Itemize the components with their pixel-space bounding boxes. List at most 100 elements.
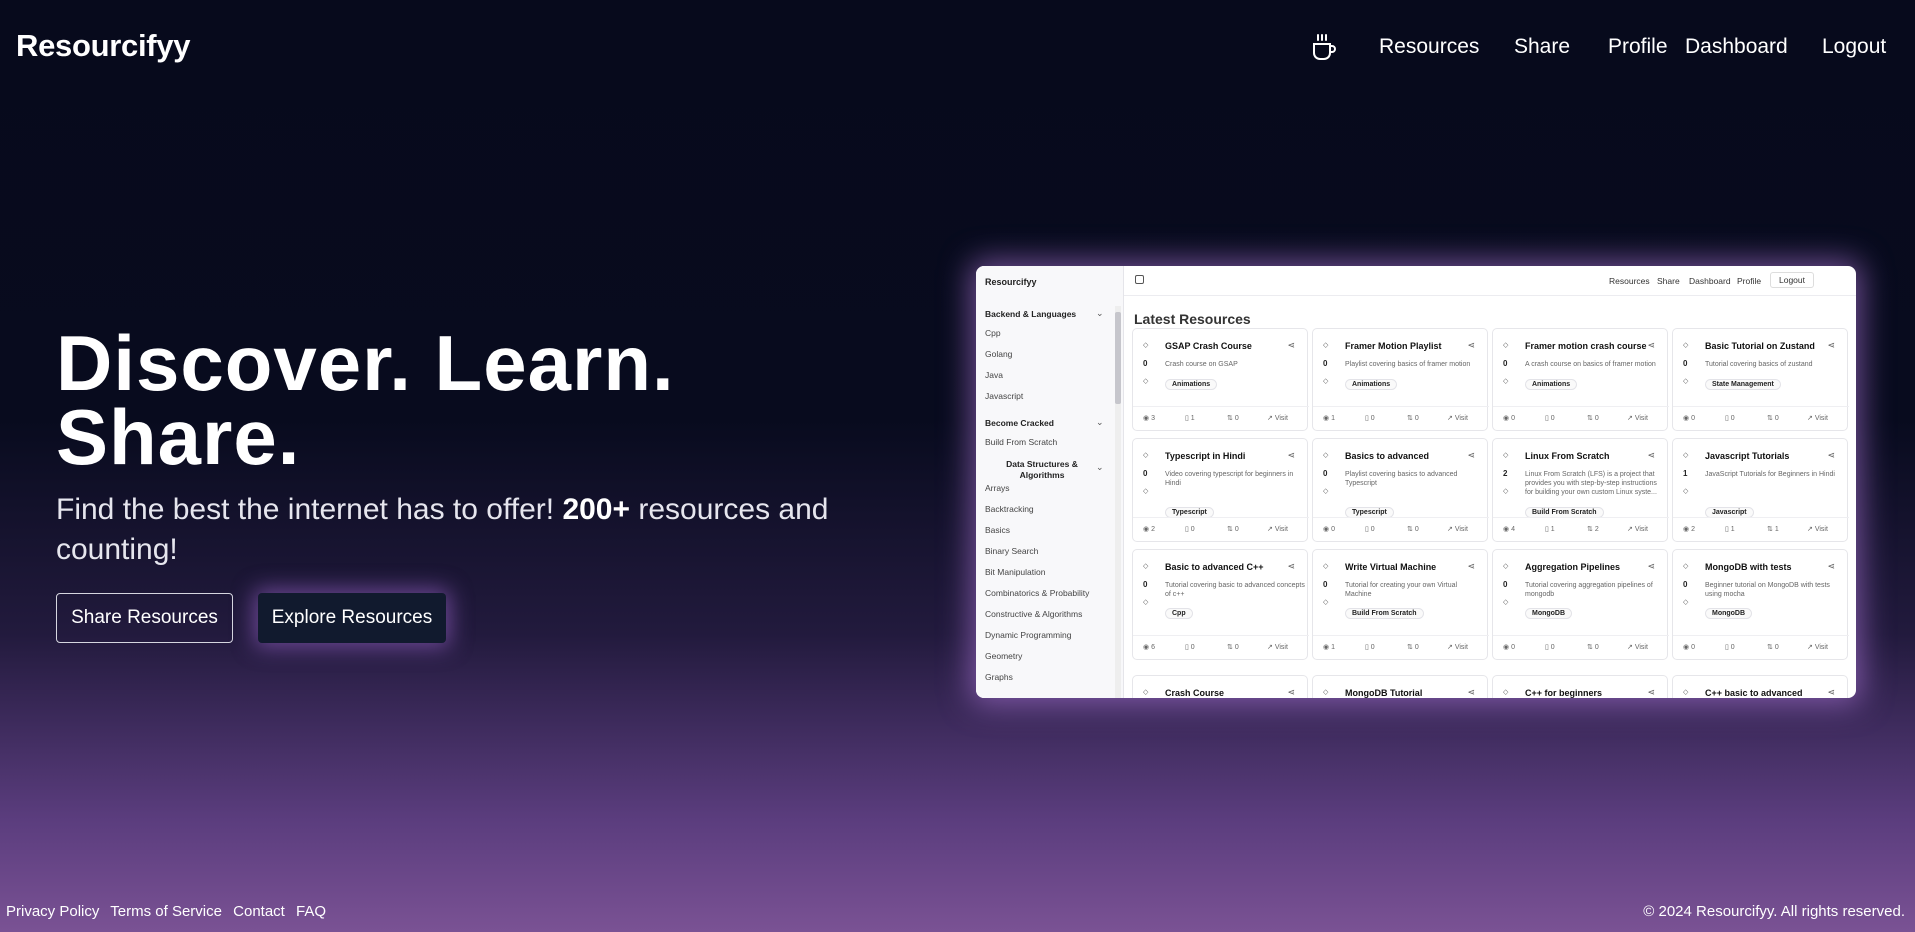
downvote-icon[interactable]: ◇	[1683, 598, 1688, 606]
coffee-icon[interactable]	[1310, 32, 1338, 62]
privacy-policy-link[interactable]: Privacy Policy	[6, 903, 99, 920]
visit-link[interactable]: ↗ Visit	[1627, 643, 1648, 651]
nav-dashboard[interactable]: Dashboard	[1685, 35, 1788, 59]
visit-link[interactable]: ↗ Visit	[1807, 643, 1828, 651]
share-icon[interactable]: ⋖	[1647, 450, 1655, 461]
resource-title[interactable]: Aggregation Pipelines	[1525, 562, 1620, 572]
resource-card[interactable]: ◇ MongoDB Tutorial ⋖	[1312, 675, 1488, 698]
bookmark-stat[interactable]: ▯ 1	[1545, 525, 1555, 533]
share-icon[interactable]: ⋖	[1467, 687, 1475, 698]
share-icon[interactable]: ⋖	[1647, 687, 1655, 698]
bookmark-stat[interactable]: ▯ 0	[1365, 525, 1375, 533]
resource-card[interactable]: ◇ Basic Tutorial on Zustand ⋖ 0 ◇ Tutorial co…	[1672, 328, 1849, 431]
explore-resources-button[interactable]: Explore Resources	[258, 593, 446, 643]
upvote-icon[interactable]: ◇	[1143, 562, 1148, 570]
resource-title[interactable]: C++ basic to advanced	[1705, 688, 1803, 698]
upvote-icon[interactable]: ◇	[1323, 451, 1328, 459]
resource-card[interactable]: ◇ Write Virtual Machine ⋖ 0 ◇ Tutorial for cr…	[1312, 549, 1489, 660]
downvote-icon[interactable]: ◇	[1503, 487, 1508, 495]
bookmark-stat[interactable]: ▯ 0	[1185, 525, 1195, 533]
visit-link[interactable]: ↗ Visit	[1807, 525, 1828, 533]
bookmark-stat[interactable]: ▯ 1	[1725, 525, 1735, 533]
share-icon[interactable]: ⋖	[1287, 450, 1295, 461]
resource-title[interactable]: Crash Course	[1165, 688, 1224, 698]
resource-tag[interactable]: Cpp	[1165, 608, 1193, 619]
resource-tag[interactable]: Build From Scratch	[1345, 608, 1424, 619]
downvote-icon[interactable]: ◇	[1683, 487, 1688, 495]
resource-tag[interactable]: MongoDB	[1705, 608, 1753, 619]
visit-link[interactable]: ↗ Visit	[1267, 525, 1288, 533]
bookmark-stat[interactable]: ▯ 0	[1725, 643, 1735, 651]
resource-tag[interactable]: Animations	[1525, 379, 1578, 390]
share-icon[interactable]: ⋖	[1827, 561, 1835, 572]
visit-link[interactable]: ↗ Visit	[1267, 414, 1288, 422]
share-resources-button[interactable]: Share Resources	[56, 593, 233, 643]
resource-title[interactable]: Basic to advanced C++	[1165, 562, 1264, 572]
downvote-icon[interactable]: ◇	[1683, 377, 1688, 385]
resource-title[interactable]: Framer Motion Playlist	[1345, 341, 1442, 351]
nav-profile[interactable]: Profile	[1608, 35, 1668, 59]
upvote-icon[interactable]: ◇	[1503, 341, 1508, 349]
resource-card[interactable]: ◇ C++ basic to advanced ⋖	[1672, 675, 1848, 698]
downvote-icon[interactable]: ◇	[1323, 377, 1328, 385]
upvote-icon[interactable]: ◇	[1323, 341, 1328, 349]
share-icon[interactable]: ⋖	[1827, 450, 1835, 461]
upvote-icon[interactable]: ◇	[1323, 688, 1328, 696]
resource-title[interactable]: Javascript Tutorials	[1705, 451, 1789, 461]
upvote-icon[interactable]: ◇	[1683, 562, 1688, 570]
faq-link[interactable]: FAQ	[296, 903, 326, 920]
resource-card[interactable]: ◇ Javascript Tutorials ⋖ 1 ◇ JavaScript Tutor…	[1672, 438, 1849, 542]
upvote-icon[interactable]: ◇	[1143, 341, 1148, 349]
upvote-icon[interactable]: ◇	[1503, 451, 1508, 459]
share-icon[interactable]: ⋖	[1467, 340, 1475, 351]
nav-logout[interactable]: Logout	[1822, 35, 1886, 59]
downvote-icon[interactable]: ◇	[1503, 377, 1508, 385]
bookmark-stat[interactable]: ▯ 0	[1365, 643, 1375, 651]
resource-card[interactable]: ◇ Basics to advanced ⋖ 0 ◇ Playlist covering …	[1312, 438, 1489, 542]
upvote-icon[interactable]: ◇	[1143, 688, 1148, 696]
resource-card[interactable]: ◇ Crash Course ⋖	[1132, 675, 1308, 698]
resource-card[interactable]: ◇ Basic to advanced C++ ⋖ 0 ◇ Tutorial coveri…	[1132, 549, 1309, 660]
resource-title[interactable]: Framer motion crash course	[1525, 341, 1647, 351]
nav-resources[interactable]: Resources	[1379, 35, 1479, 59]
resource-title[interactable]: Typescript in Hindi	[1165, 451, 1245, 461]
visit-link[interactable]: ↗ Visit	[1627, 525, 1648, 533]
visit-link[interactable]: ↗ Visit	[1627, 414, 1648, 422]
downvote-icon[interactable]: ◇	[1503, 598, 1508, 606]
upvote-icon[interactable]: ◇	[1683, 341, 1688, 349]
resource-card[interactable]: ◇ Aggregation Pipelines ⋖ 0 ◇ Tutorial coveri…	[1492, 549, 1669, 660]
resource-title[interactable]: C++ for beginners	[1525, 688, 1602, 698]
upvote-icon[interactable]: ◇	[1323, 562, 1328, 570]
bookmark-stat[interactable]: ▯ 0	[1545, 414, 1555, 422]
resource-card[interactable]: ◇ MongoDB with tests ⋖ 0 ◇ Beginner tutorial …	[1672, 549, 1849, 660]
visit-link[interactable]: ↗ Visit	[1447, 525, 1468, 533]
upvote-icon[interactable]: ◇	[1503, 562, 1508, 570]
share-icon[interactable]: ⋖	[1467, 450, 1475, 461]
resource-title[interactable]: GSAP Crash Course	[1165, 341, 1252, 351]
upvote-icon[interactable]: ◇	[1143, 451, 1148, 459]
visit-link[interactable]: ↗ Visit	[1267, 643, 1288, 651]
terms-link[interactable]: Terms of Service	[110, 903, 222, 920]
resource-card[interactable]: ◇ Framer motion crash course ⋖ 0 ◇ A crash co…	[1492, 328, 1669, 431]
upvote-icon[interactable]: ◇	[1683, 451, 1688, 459]
contact-link[interactable]: Contact	[233, 903, 285, 920]
share-icon[interactable]: ⋖	[1287, 687, 1295, 698]
resource-title[interactable]: Linux From Scratch	[1525, 451, 1610, 461]
upvote-icon[interactable]: ◇	[1503, 688, 1508, 696]
share-icon[interactable]: ⋖	[1827, 340, 1835, 351]
downvote-icon[interactable]: ◇	[1143, 487, 1148, 495]
bookmark-stat[interactable]: ▯ 0	[1365, 414, 1375, 422]
share-icon[interactable]: ⋖	[1647, 561, 1655, 572]
downvote-icon[interactable]: ◇	[1143, 377, 1148, 385]
resource-card[interactable]: ◇ GSAP Crash Course ⋖ 0 ◇ Crash course on GSA…	[1132, 328, 1309, 431]
nav-share[interactable]: Share	[1514, 35, 1570, 59]
resource-card[interactable]: ◇ Typescript in Hindi ⋖ 0 ◇ Video covering ty…	[1132, 438, 1309, 542]
resource-title[interactable]: Basic Tutorial on Zustand	[1705, 341, 1815, 351]
visit-link[interactable]: ↗ Visit	[1447, 414, 1468, 422]
resource-card[interactable]: ◇ Linux From Scratch ⋖ 2 ◇ Linux From Scratch…	[1492, 438, 1669, 542]
visit-link[interactable]: ↗ Visit	[1807, 414, 1828, 422]
resource-title[interactable]: MongoDB Tutorial	[1345, 688, 1422, 698]
upvote-icon[interactable]: ◇	[1683, 688, 1688, 696]
bookmark-stat[interactable]: ▯ 0	[1185, 643, 1195, 651]
share-icon[interactable]: ⋖	[1827, 687, 1835, 698]
